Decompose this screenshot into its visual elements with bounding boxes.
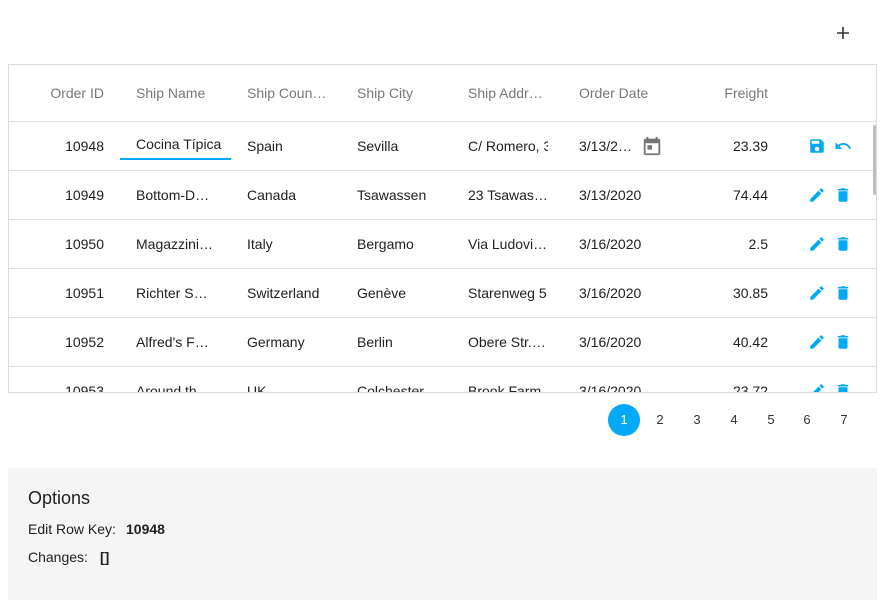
column-header-ship-address[interactable]: Ship Address xyxy=(468,65,548,121)
cell-freight[interactable]: 40.42 xyxy=(689,318,768,366)
grid-toolbar xyxy=(0,0,885,64)
pencil-icon[interactable] xyxy=(808,382,826,392)
cell-ship-name[interactable]: Magazzini Alimentari Riuniti xyxy=(136,220,214,268)
cell-ship-name[interactable]: Alfred's Futterkiste xyxy=(136,318,214,366)
cell-order-id: 10948 xyxy=(65,138,104,154)
cell-ship-address[interactable]: C/ Romero, 33 xyxy=(468,122,548,170)
column-header-order-date[interactable]: Order Date xyxy=(579,65,674,121)
page-button-6[interactable]: 6 xyxy=(791,404,823,436)
cell-ship-name[interactable]: Richter Supermarkt xyxy=(136,269,214,317)
cell-ship-country[interactable]: Spain xyxy=(247,122,342,170)
cell-ship-address[interactable]: 23 Tsawassen Blvd. xyxy=(468,171,548,219)
cell-freight[interactable]: 23.39 xyxy=(689,122,768,170)
cell-ship-country[interactable]: Switzerland xyxy=(247,269,342,317)
cell-order-date[interactable]: 3/16/2020 xyxy=(579,318,674,366)
trash-icon[interactable] xyxy=(834,382,852,392)
pagination: 1234567 xyxy=(0,404,885,436)
calendar-icon[interactable] xyxy=(641,135,663,157)
cell-ship-country[interactable]: Italy xyxy=(247,220,342,268)
plus-icon xyxy=(836,26,850,45)
trash-icon[interactable] xyxy=(834,284,852,302)
column-header-order-id[interactable]: Order ID xyxy=(29,65,104,121)
page-button-4[interactable]: 4 xyxy=(718,404,750,436)
add-row-button[interactable] xyxy=(828,20,858,50)
trash-icon[interactable] xyxy=(834,186,852,204)
column-header-ship-country[interactable]: Ship Country xyxy=(247,65,327,121)
cell-order-date[interactable]: 3/16/2020 xyxy=(579,269,674,317)
cell-order-id[interactable]: 10953 xyxy=(29,367,104,392)
cell-freight[interactable]: 30.85 xyxy=(689,269,768,317)
cell-freight[interactable]: 23.72 xyxy=(689,367,768,392)
page-button-5[interactable]: 5 xyxy=(755,404,787,436)
table-row[interactable]: 10951 Richter Supermarkt Switzerland Genève… xyxy=(9,269,876,318)
changes-value: [] xyxy=(100,549,110,565)
cell-order-id[interactable]: 10952 xyxy=(29,318,104,366)
table-row[interactable]: 10950 Magazzini Alimentari Riuniti Italy Be… xyxy=(9,220,876,269)
edit-row-key-label: Edit Row Key: xyxy=(28,521,116,537)
save-icon[interactable] xyxy=(808,137,826,155)
column-header-ship-city[interactable]: Ship City xyxy=(357,65,452,121)
cell-order-id[interactable]: 10949 xyxy=(29,171,104,219)
table-row[interactable]: 10953 Around the Horn UK Colchester Brook Fa… xyxy=(9,367,876,392)
page-button-2[interactable]: 2 xyxy=(644,404,676,436)
trash-icon[interactable] xyxy=(834,333,852,351)
cell-order-date[interactable]: 3/16/2020 xyxy=(579,220,674,268)
order-date-edit-input[interactable]: 3/13/2020 xyxy=(579,122,639,170)
edit-row-key-value: 10948 xyxy=(126,521,165,537)
cell-ship-address[interactable]: Starenweg 5 xyxy=(468,269,548,317)
column-header-freight[interactable]: Freight xyxy=(689,65,768,121)
table-row-editing[interactable]: 10948 Cocina Típica Spain Sevilla C/ Rom… xyxy=(9,122,876,171)
cell-ship-name[interactable]: Bottom-Dollar Markets xyxy=(136,171,214,219)
cell-order-date[interactable]: 3/16/2020 xyxy=(579,367,674,392)
cell-order-date[interactable]: 3/13/2020 xyxy=(579,171,674,219)
cell-ship-country[interactable]: Canada xyxy=(247,171,342,219)
cell-ship-city[interactable]: Sevilla xyxy=(357,122,452,170)
cell-ship-address[interactable]: Via Ludovico il Moro 22 xyxy=(468,220,548,268)
cell-ship-name[interactable]: Around the Horn xyxy=(136,367,214,392)
cell-order-id[interactable]: 10950 xyxy=(29,220,104,268)
page-button-7[interactable]: 7 xyxy=(828,404,860,436)
pencil-icon[interactable] xyxy=(808,235,826,253)
orders-data-grid: Order ID Ship Name Ship Country Ship Cit… xyxy=(8,64,877,393)
cell-ship-city[interactable]: Genève xyxy=(357,269,452,317)
cell-ship-address[interactable]: Brook Farm xyxy=(468,367,548,392)
cell-order-id[interactable]: 10951 xyxy=(29,269,104,317)
pencil-icon[interactable] xyxy=(808,186,826,204)
table-row[interactable]: 10949 Bottom-Dollar Markets Canada Tsawasse… xyxy=(9,171,876,220)
cell-ship-city[interactable]: Bergamo xyxy=(357,220,452,268)
table-row[interactable]: 10952 Alfred's Futterkiste Germany Berlin Ob… xyxy=(9,318,876,367)
options-panel: Options Edit Row Key: 10948 Changes: [] xyxy=(8,468,877,600)
undo-icon[interactable] xyxy=(834,137,852,155)
cell-ship-country[interactable]: UK xyxy=(247,367,342,392)
options-title: Options xyxy=(28,488,91,508)
pencil-icon[interactable] xyxy=(808,333,826,351)
vertical-scrollbar[interactable] xyxy=(873,125,876,195)
ship-name-edit-input[interactable]: Cocina Típica xyxy=(120,134,231,160)
page-button-3[interactable]: 3 xyxy=(681,404,713,436)
changes-label: Changes: xyxy=(28,549,88,565)
cell-ship-city[interactable]: Berlin xyxy=(357,318,452,366)
page-button-1[interactable]: 1 xyxy=(608,404,640,436)
cell-ship-address[interactable]: Obere Str. 57 xyxy=(468,318,548,366)
cell-freight[interactable]: 74.44 xyxy=(689,171,768,219)
cell-freight[interactable]: 2.5 xyxy=(689,220,768,268)
cell-ship-city[interactable]: Tsawassen xyxy=(357,171,452,219)
grid-header: Order ID Ship Name Ship Country Ship Cit… xyxy=(9,65,876,122)
pencil-icon[interactable] xyxy=(808,284,826,302)
cell-ship-country[interactable]: Germany xyxy=(247,318,342,366)
cell-ship-city[interactable]: Colchester xyxy=(357,367,452,392)
trash-icon[interactable] xyxy=(834,235,852,253)
column-header-ship-name[interactable]: Ship Name xyxy=(136,65,231,121)
